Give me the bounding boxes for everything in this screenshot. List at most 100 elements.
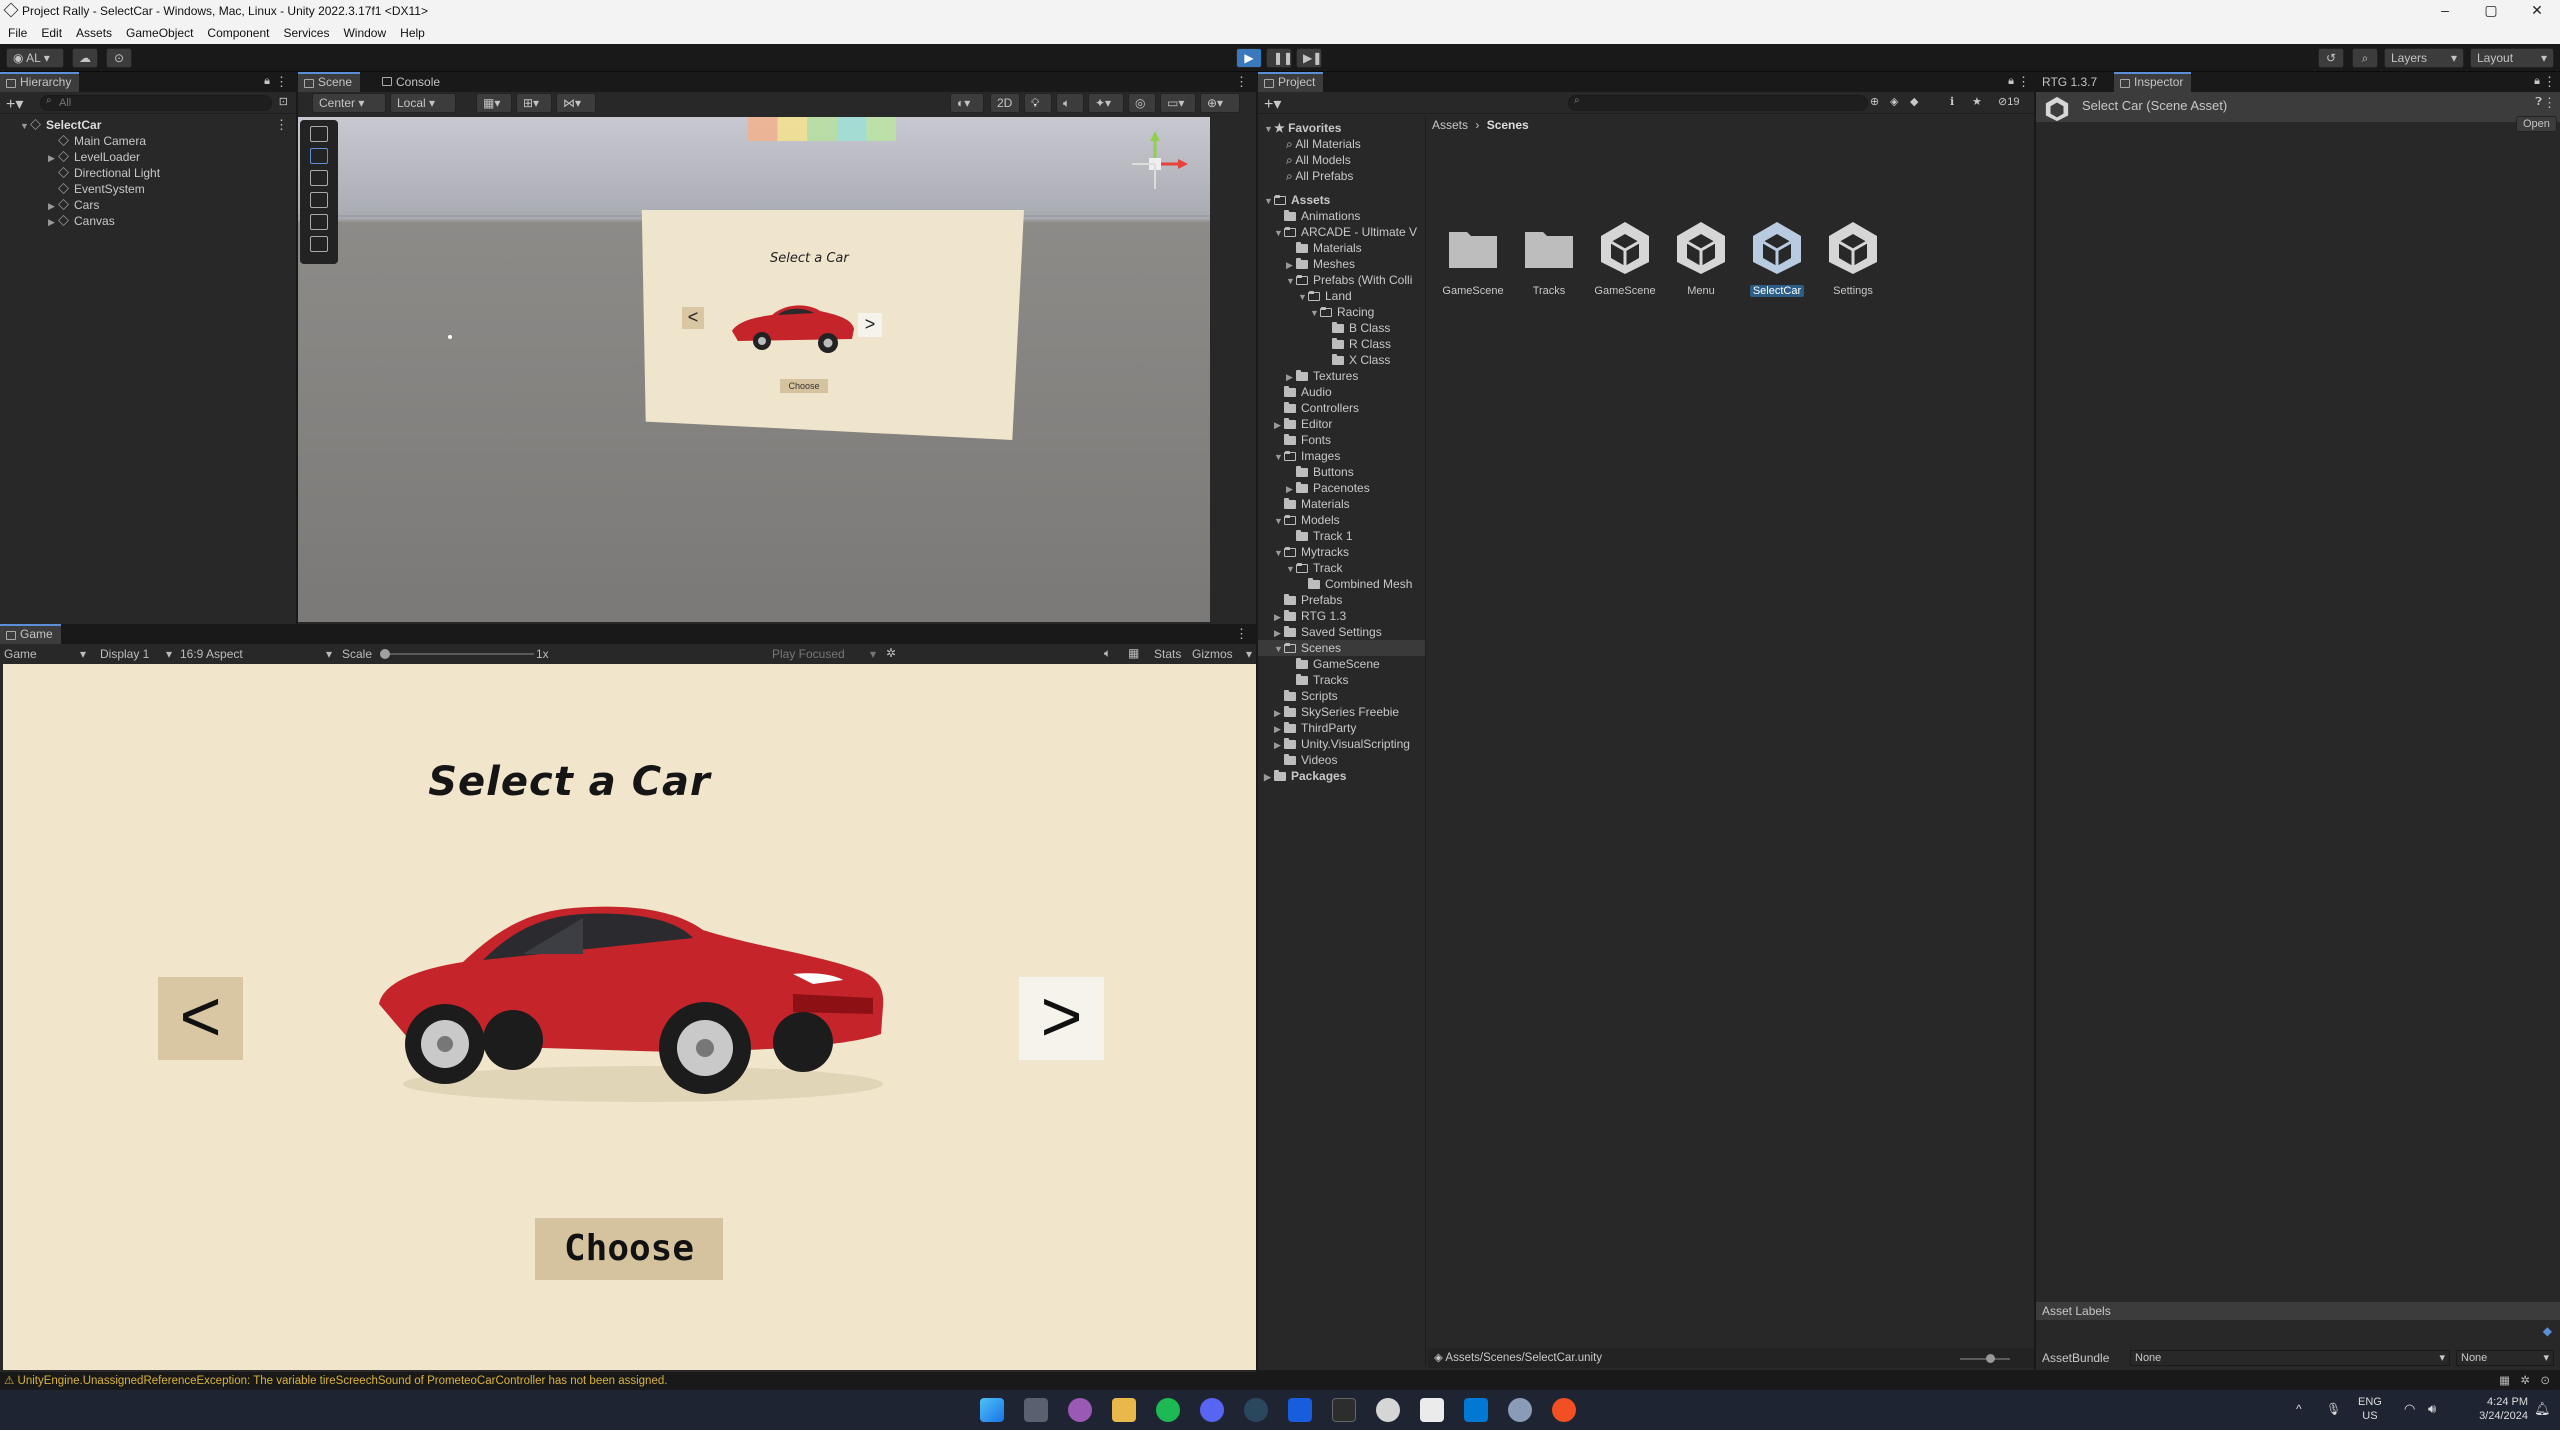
hierarchy-item[interactable]: ▶ LevelLoader: [48, 149, 140, 165]
folder-item[interactable]: Track 1: [1296, 528, 1353, 544]
breadcrumb-assets[interactable]: Assets: [1432, 118, 1468, 132]
more-icon[interactable]: ⋮: [1235, 626, 1248, 642]
folder-item[interactable]: Videos: [1274, 752, 1337, 768]
space-dropdown[interactable]: Local ▾: [390, 93, 456, 113]
gizmos-dropdown[interactable]: Gizmos ▾: [1192, 647, 1252, 661]
transform-tool-icon[interactable]: [310, 236, 328, 252]
folder-item[interactable]: ▶ Textures: [1286, 368, 1358, 384]
more-icon[interactable]: ⋮: [2543, 74, 2556, 90]
display-dropdown[interactable]: Display 1 ▾: [100, 647, 172, 661]
folder-item[interactable]: ▼ Prefabs (With Colli: [1286, 272, 1412, 288]
bitwarden-icon[interactable]: [1288, 1398, 1312, 1422]
hierarchy-item[interactable]: EventSystem: [58, 181, 145, 197]
microphone-icon[interactable]: 🎙︎: [2326, 1402, 2341, 1416]
app-icon[interactable]: [1552, 1398, 1576, 1422]
folder-item[interactable]: ▶ Pacenotes: [1286, 480, 1370, 496]
folder-item[interactable]: ▼ Mytracks: [1274, 544, 1349, 560]
folder-item[interactable]: ▶ Unity.VisualScripting: [1274, 736, 1410, 752]
add-icon[interactable]: +▾: [6, 94, 23, 114]
discord-icon[interactable]: [1200, 1398, 1224, 1422]
assetbundle-dropdown[interactable]: None ▾: [2130, 1350, 2450, 1366]
snap-icon[interactable]: ▦▾: [476, 93, 512, 113]
hierarchy-item[interactable]: Directional Light: [58, 165, 160, 181]
settings-gear-icon[interactable]: [1508, 1398, 1532, 1422]
language-indicator[interactable]: ENG US: [2358, 1395, 2382, 1423]
favorites-header[interactable]: ▼★ Favorites: [1264, 120, 1341, 136]
folder-item[interactable]: ▼ Track: [1286, 560, 1343, 576]
start-icon[interactable]: [980, 1398, 1004, 1422]
breadcrumb-scenes[interactable]: Scenes: [1487, 118, 1529, 132]
favorite-item[interactable]: ⌕ All Prefabs: [1286, 168, 1353, 184]
assets-header[interactable]: ▼ Assets: [1264, 192, 1330, 208]
scene-orientation-gizmo[interactable]: [1120, 129, 1190, 199]
steam-icon[interactable]: [1244, 1398, 1268, 1422]
pivot-dropdown[interactable]: Center ▾: [312, 93, 386, 113]
asset-scene[interactable]: Menu: [1666, 220, 1736, 297]
asset-folder[interactable]: Tracks: [1514, 220, 1584, 297]
asset-folder[interactable]: GameScene: [1438, 220, 1508, 297]
terminal-icon[interactable]: [1332, 1398, 1356, 1422]
minimize-icon[interactable]: –: [2422, 0, 2468, 22]
tab-inspector[interactable]: Inspector: [2114, 72, 2192, 92]
project-search-input[interactable]: [1568, 95, 1868, 111]
more-icon[interactable]: ⋮: [2017, 74, 2030, 90]
help-icon[interactable]: ❓︎: [2535, 96, 2542, 109]
layout-dropdown[interactable]: Layout ▾: [2470, 48, 2554, 68]
folder-item[interactable]: ▶ ThirdParty: [1274, 720, 1356, 736]
tray-chevron-icon[interactable]: ^: [2296, 1402, 2302, 1416]
close-icon[interactable]: ✕: [2514, 0, 2560, 22]
lock-icon[interactable]: 🔒︎: [264, 75, 270, 88]
hierarchy-item[interactable]: ▶ Cars: [48, 197, 99, 213]
layers-dropdown[interactable]: Layers ▾: [2384, 48, 2464, 68]
rect-tool-icon[interactable]: [310, 214, 328, 230]
more-icon[interactable]: ⋮: [275, 74, 288, 90]
folder-item[interactable]: ▶ SkySeries Freebie: [1274, 704, 1399, 720]
audio-icon[interactable]: 🔈︎: [1056, 93, 1084, 113]
folder-item[interactable]: GameScene: [1296, 656, 1380, 672]
folder-item[interactable]: ▶ Editor: [1274, 416, 1332, 432]
draw-mode-icon[interactable]: ◐▾: [950, 93, 984, 113]
tab-rtg[interactable]: RTG 1.3.7: [2036, 72, 2105, 92]
folder-item[interactable]: ▶ Meshes: [1286, 256, 1355, 272]
collab-icon[interactable]: ⊙: [106, 48, 132, 68]
play-button[interactable]: ▶: [1236, 48, 1262, 68]
more-icon[interactable]: ⋮: [1235, 74, 1248, 90]
task-view-icon[interactable]: [1024, 1398, 1048, 1422]
folder-item[interactable]: Prefabs: [1274, 592, 1342, 608]
folder-item[interactable]: Materials: [1286, 240, 1362, 256]
menu-file[interactable]: File: [8, 26, 27, 40]
folder-item[interactable]: X Class: [1332, 352, 1390, 368]
unity-hub-icon[interactable]: [1376, 1398, 1400, 1422]
account-dropdown[interactable]: ◉ AL ▾: [6, 48, 64, 68]
increment-snap-icon[interactable]: ⋈▾: [556, 93, 596, 113]
menu-help[interactable]: Help: [400, 26, 425, 40]
asset-scene[interactable]: GameScene: [1590, 220, 1660, 297]
label-tag-icon[interactable]: ◆: [2543, 1324, 2552, 1338]
folder-item[interactable]: B Class: [1332, 320, 1390, 336]
stats-button[interactable]: Stats: [1154, 647, 1181, 661]
folder-item[interactable]: Animations: [1274, 208, 1360, 224]
spotify-icon[interactable]: [1156, 1398, 1180, 1422]
hand-tool-icon[interactable]: [310, 126, 328, 142]
lock-icon[interactable]: 🔒︎: [2534, 75, 2540, 88]
icon-size-slider[interactable]: [1960, 1354, 2010, 1363]
favorite-icon[interactable]: ★: [1972, 95, 1982, 108]
effects-icon[interactable]: ✦▾: [1088, 93, 1124, 113]
choose-button[interactable]: Choose: [535, 1218, 723, 1280]
folder-item[interactable]: Materials: [1274, 496, 1350, 512]
stats-grid-icon[interactable]: ▦: [1128, 646, 1139, 660]
game-viewport[interactable]: Select a Car < > Choose: [3, 664, 1256, 1370]
search-by-type-icon[interactable]: ⊕: [1870, 95, 1879, 108]
volume-icon[interactable]: 🔊︎: [2428, 1401, 2436, 1417]
grid-snap-icon[interactable]: ⊞▾: [516, 93, 552, 113]
asset-scene-selected[interactable]: SelectCar: [1742, 220, 1812, 297]
lighting-icon[interactable]: 💡︎: [1024, 93, 1052, 113]
folder-item[interactable]: Fonts: [1274, 432, 1331, 448]
folder-item[interactable]: ▼ Models: [1274, 512, 1340, 528]
console-status-bar[interactable]: ⚠ UnityEngine.UnassignedReferenceExcepti…: [0, 1372, 2560, 1390]
cloud-icon[interactable]: ☁: [72, 48, 98, 68]
notification-icon[interactable]: 🔔︎: [2534, 1401, 2551, 1417]
folder-item[interactable]: R Class: [1332, 336, 1391, 352]
scale-slider-thumb[interactable]: [380, 649, 390, 659]
folder-item[interactable]: Audio: [1274, 384, 1332, 400]
